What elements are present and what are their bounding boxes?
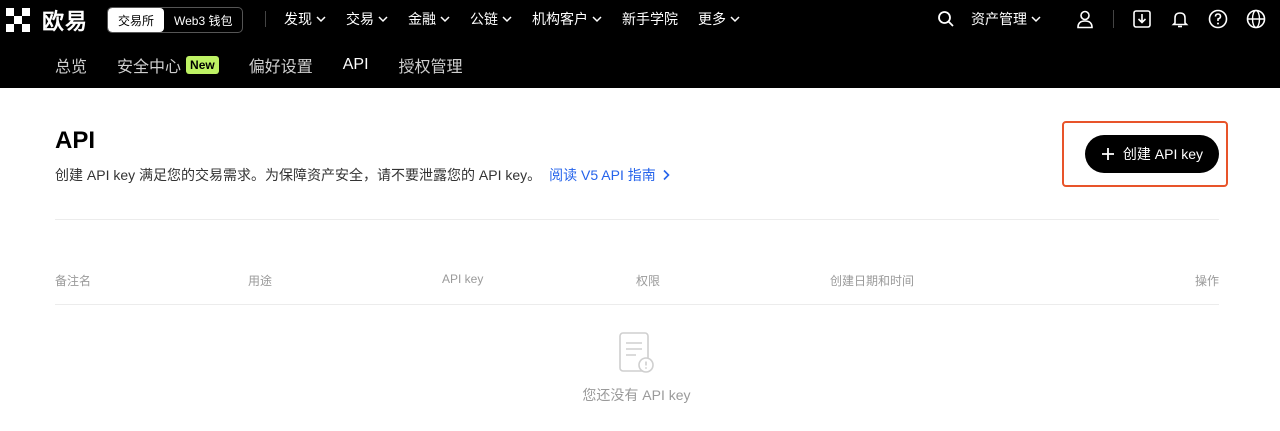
column-header: 创建日期和时间 — [830, 274, 915, 288]
column-header: 用途 — [248, 274, 273, 288]
nav-label: 机构客户 — [532, 11, 588, 27]
nav-trade[interactable]: 交易 — [346, 9, 388, 29]
subnav-authorization[interactable]: 授权管理 — [399, 53, 463, 77]
toggle-web3-wallet[interactable]: Web3 钱包 — [164, 8, 242, 32]
chevron-down-icon — [1031, 16, 1041, 23]
nav-label: 新手学院 — [622, 11, 678, 27]
search-button[interactable] — [937, 10, 955, 28]
page-title: API — [55, 127, 96, 154]
chevron-down-icon — [502, 16, 512, 23]
nav-label: 更多 — [698, 11, 726, 27]
subnav-security-label: 安全中心 — [117, 59, 182, 76]
new-badge: New — [186, 56, 219, 74]
chevron-down-icon — [440, 16, 450, 23]
toggle-exchange[interactable]: 交易所 — [108, 8, 165, 32]
asset-management-menu[interactable]: 资产管理 — [971, 9, 1041, 29]
asset-management-label: 资产管理 — [971, 11, 1027, 27]
help-icon — [1208, 9, 1228, 29]
subnav-overview[interactable]: 总览 — [55, 53, 87, 77]
table-header: 备注名 用途 API key 权限 创建日期和时间 操作 — [55, 272, 1219, 290]
account-subnav: 总览 安全中心 New 偏好设置 API 授权管理 — [55, 52, 463, 78]
subnav-security[interactable]: 安全中心 New — [117, 53, 219, 77]
page-description: 创建 API key 满足您的交易需求。为保障资产安全，请不要泄露您的 API … — [55, 165, 670, 185]
user-button[interactable] — [1075, 9, 1095, 29]
nav-divider — [265, 11, 266, 27]
create-api-key-button[interactable]: 创建 API key — [1085, 135, 1219, 173]
brand-name: 欧易 — [42, 9, 89, 34]
nav-academy[interactable]: 新手学院 — [622, 9, 678, 29]
subnav-api[interactable]: API — [343, 56, 369, 74]
nav-label: 金融 — [408, 11, 436, 27]
globe-icon — [1246, 9, 1266, 29]
column-header: 操作 — [1194, 274, 1219, 288]
chevron-down-icon — [730, 16, 740, 23]
create-button-label: 创建 API key — [1122, 146, 1204, 162]
search-icon — [938, 11, 954, 27]
column-header: 备注名 — [55, 274, 92, 288]
user-icon — [1077, 10, 1093, 29]
nav-finance[interactable]: 金融 — [408, 9, 450, 29]
chevron-down-icon — [378, 16, 388, 23]
help-button[interactable] — [1208, 9, 1228, 29]
chevron-down-icon — [592, 16, 602, 23]
exchange-wallet-toggle[interactable]: 交易所 Web3 钱包 — [107, 7, 244, 33]
nav-label: 公链 — [470, 11, 498, 27]
nav-more[interactable]: 更多 — [698, 9, 740, 29]
logo[interactable]: 欧易 — [6, 6, 88, 34]
column-header: API key — [442, 272, 484, 286]
language-button[interactable] — [1246, 9, 1266, 29]
chevron-right-icon — [663, 169, 670, 181]
main-nav: 发现 交易 金融 公链 机构客户 新手学院 更多 — [284, 0, 740, 38]
notifications-button[interactable] — [1170, 9, 1190, 29]
top-bar: 欧易 交易所 Web3 钱包 发现 交易 金融 公链 机构客户 新手学院 更多 … — [0, 0, 1280, 88]
nav-label: 交易 — [346, 11, 374, 27]
nav-discover[interactable]: 发现 — [284, 9, 326, 29]
table-header-divider — [55, 304, 1219, 305]
description-text: 创建 API key 满足您的交易需求。为保障资产安全，请不要泄露您的 API … — [55, 167, 542, 183]
nav-institutional[interactable]: 机构客户 — [532, 9, 602, 29]
download-icon — [1133, 10, 1151, 28]
plus-icon — [1101, 148, 1114, 160]
api-guide-link[interactable]: 阅读 V5 API 指南 — [549, 165, 670, 185]
column-header: 权限 — [636, 274, 661, 288]
section-divider — [55, 219, 1219, 220]
okx-logo-icon — [6, 8, 30, 32]
empty-document-icon — [619, 332, 654, 373]
chevron-down-icon — [316, 16, 326, 23]
download-button[interactable] — [1132, 9, 1152, 29]
nav-chain[interactable]: 公链 — [470, 9, 512, 29]
tools-divider — [1113, 10, 1114, 28]
bell-icon — [1171, 12, 1189, 28]
nav-label: 发现 — [284, 11, 312, 27]
guide-link-label: 阅读 V5 API 指南 — [549, 167, 656, 183]
header-tools: 资产管理 — [937, 0, 1266, 38]
subnav-preferences[interactable]: 偏好设置 — [249, 53, 313, 77]
empty-state-text: 您还没有 API key — [582, 387, 691, 403]
